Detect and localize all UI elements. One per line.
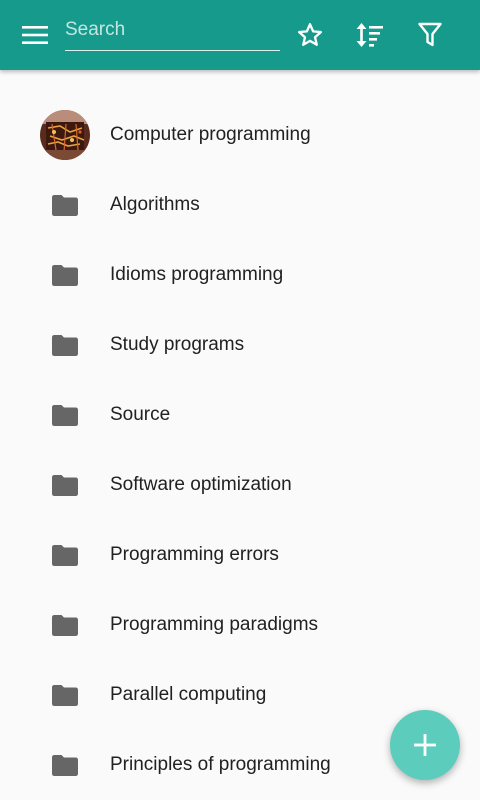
star-outline-icon <box>297 23 323 46</box>
folder-icon <box>52 684 78 706</box>
app-bar <box>0 0 480 70</box>
list-item-label: Software optimization <box>110 474 292 495</box>
folder-icon <box>52 264 78 286</box>
list-item-label: Study programs <box>110 334 245 355</box>
list-item[interactable]: Algorithms <box>0 170 480 240</box>
filter-button[interactable] <box>406 11 454 59</box>
list-item-label: Idioms programming <box>110 264 284 285</box>
list-item[interactable]: Software optimization <box>0 450 480 520</box>
folder-icon <box>52 544 78 566</box>
list-item-label: Source <box>110 404 171 425</box>
menu-button[interactable] <box>11 11 59 59</box>
add-button[interactable] <box>390 710 460 780</box>
filter-icon <box>418 22 442 47</box>
list-item-label: Principles of programming <box>110 754 331 775</box>
list-item[interactable]: Programming errors <box>0 520 480 590</box>
folder-icon <box>52 194 78 216</box>
list-item[interactable]: Source <box>0 380 480 450</box>
list-item[interactable]: Programming paradigms <box>0 590 480 660</box>
list-item-label: Algorithms <box>110 194 200 215</box>
sort-icon <box>356 23 383 47</box>
list-item[interactable]: Computer programming <box>0 100 480 170</box>
list-item[interactable]: Study programs <box>0 310 480 380</box>
list-item-label: Parallel computing <box>110 684 267 705</box>
favorites-button[interactable] <box>286 11 334 59</box>
list-item[interactable]: Idioms programming <box>0 240 480 310</box>
menu-icon <box>22 26 48 44</box>
folder-icon <box>52 614 78 636</box>
category-avatar <box>40 110 90 160</box>
plus-icon <box>414 734 436 756</box>
sort-button[interactable] <box>346 11 394 59</box>
list-item-avatar <box>40 110 90 160</box>
search-field <box>65 14 280 51</box>
category-list: Computer programming Algorithms Idioms p… <box>0 100 480 800</box>
folder-icon <box>52 334 78 356</box>
list-item-label: Programming errors <box>110 544 279 565</box>
list-item-label: Computer programming <box>110 124 311 145</box>
folder-icon <box>52 754 78 776</box>
folder-icon <box>52 474 78 496</box>
search-input[interactable] <box>65 14 280 46</box>
folder-icon <box>52 404 78 426</box>
list-item-label: Programming paradigms <box>110 614 319 635</box>
